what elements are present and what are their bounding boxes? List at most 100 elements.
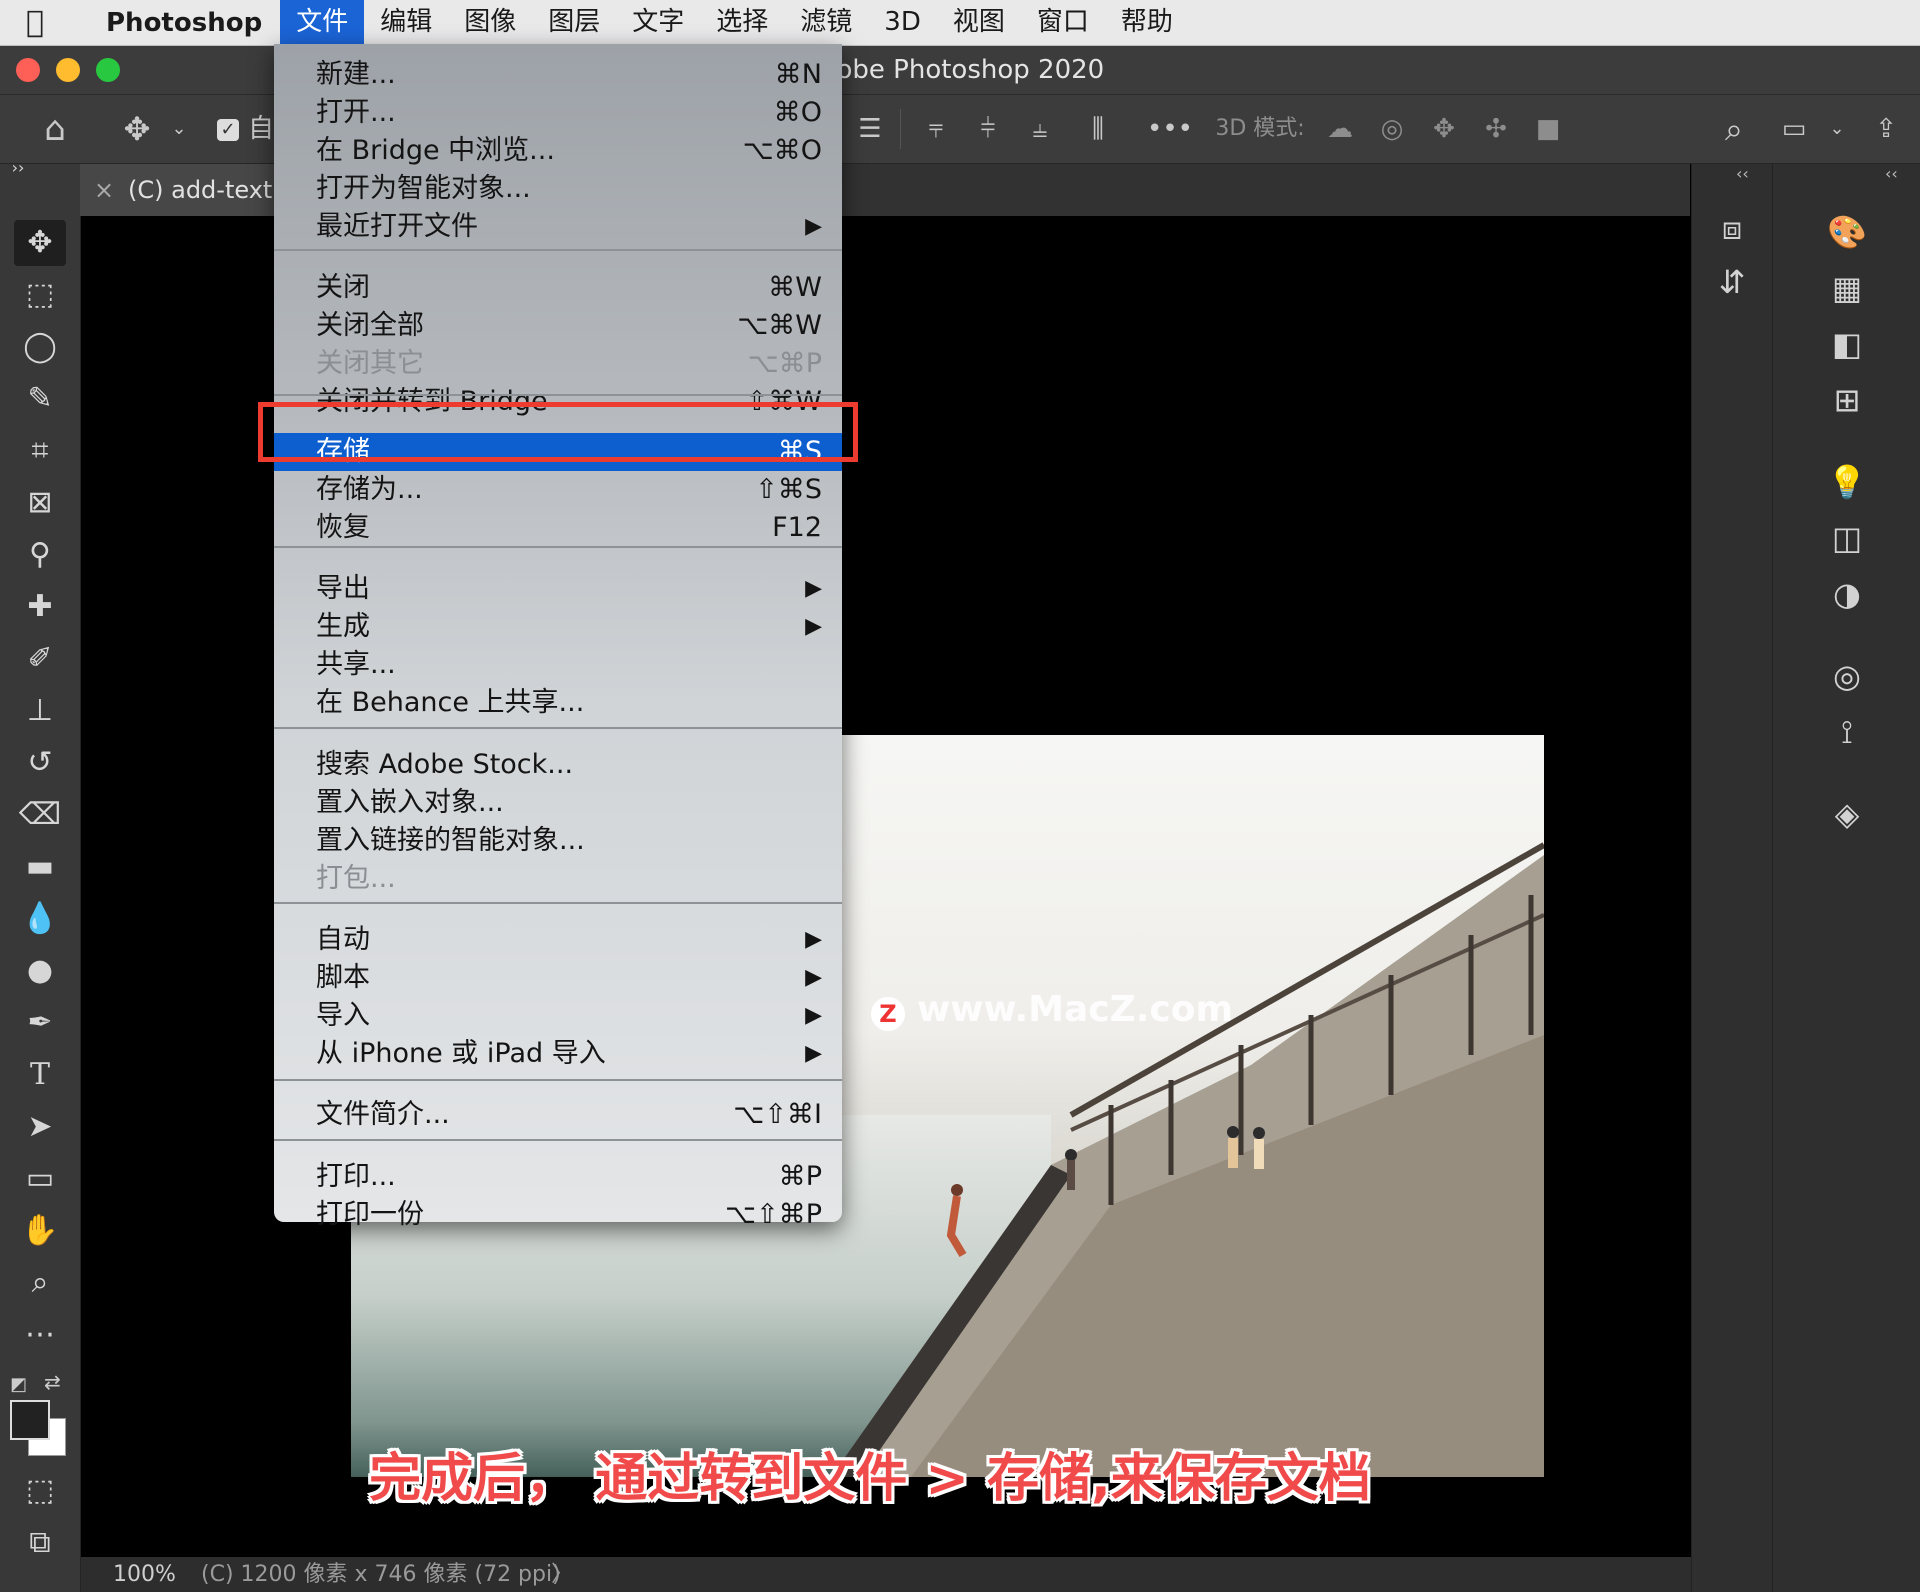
eyedropper-tool-icon[interactable]: ⚲ <box>14 532 66 578</box>
history-brush-tool-icon[interactable]: ↺ <box>14 740 66 786</box>
libraries-panel-icon[interactable]: ◫ <box>1817 514 1877 562</box>
menu-item-generate[interactable]: 生成 ▶ <box>274 608 842 646</box>
menu-item-print[interactable]: 打印... ⌘P <box>274 1158 842 1196</box>
hand-tool-icon[interactable]: ✋ <box>14 1208 66 1254</box>
more-options-icon[interactable]: ••• <box>1145 95 1195 163</box>
distribute-icon[interactable]: ⫼ <box>1078 95 1118 163</box>
frame-tool-icon[interactable]: ⊠ <box>14 480 66 526</box>
stamp-tool-icon[interactable]: ⊥ <box>14 688 66 734</box>
pen-tool-icon[interactable]: ✒ <box>14 1000 66 1046</box>
menu-window[interactable]: 窗口 <box>1021 0 1105 45</box>
close-window-button[interactable] <box>16 58 40 82</box>
default-colors-icon[interactable]: ◩ <box>10 1374 30 1395</box>
home-icon[interactable]: ⌂ <box>30 95 80 163</box>
screen-mode-icon[interactable]: ⧉ <box>14 1520 66 1566</box>
3d-roll-icon[interactable]: ◎ <box>1370 95 1414 163</box>
path-select-tool-icon[interactable]: ➤ <box>14 1104 66 1150</box>
menu-item-share[interactable]: 共享... <box>274 646 842 684</box>
menu-item-open-as-smart-object[interactable]: 打开为智能对象... <box>274 170 842 208</box>
3d-pan-icon[interactable]: ✥ <box>1422 95 1466 163</box>
gradients-panel-icon[interactable]: ◧ <box>1817 320 1877 368</box>
learn-panel-icon[interactable]: 💡 <box>1817 458 1877 506</box>
paths-panel-icon[interactable]: ⟟ <box>1817 708 1877 756</box>
menu-item-import-from-iphone[interactable]: 从 iPhone 或 iPad 导入 ▶ <box>274 1035 842 1073</box>
layers-panel-icon[interactable]: ◈ <box>1817 790 1877 838</box>
share-icon[interactable]: ⇪ <box>1864 95 1908 163</box>
menu-item-print-one-copy[interactable]: 打印一份 ⌥⇧⌘P <box>274 1196 842 1234</box>
adjustments-panel-icon[interactable]: ◑ <box>1817 570 1877 618</box>
marquee-tool-icon[interactable]: ⬚ <box>14 272 66 318</box>
menu-item-export[interactable]: 导出 ▶ <box>274 570 842 608</box>
gradient-tool-icon[interactable]: ▬ <box>14 844 66 890</box>
brush-tool-icon[interactable]: ✐ <box>14 636 66 682</box>
menu-item-close-all[interactable]: 关闭全部 ⌥⌘W <box>274 307 842 345</box>
zoom-window-button[interactable] <box>96 58 120 82</box>
color-panel-icon[interactable]: 🎨 <box>1817 208 1877 256</box>
menu-item-open[interactable]: 打开... ⌘O <box>274 94 842 132</box>
menu-item-browse-in-bridge[interactable]: 在 Bridge 中浏览... ⌥⌘O <box>274 132 842 170</box>
close-tab-icon[interactable]: × <box>94 164 114 216</box>
move-tool-icon[interactable]: ✥ <box>14 220 66 266</box>
menu-item-scripts[interactable]: 脚本 ▶ <box>274 959 842 997</box>
apple-icon[interactable]:  <box>0 5 70 40</box>
menu-item-place-embedded[interactable]: 置入嵌入对象... <box>274 784 842 822</box>
menu-item-file-info[interactable]: 文件简介... ⌥⇧⌘I <box>274 1096 842 1134</box>
auto-select-checkbox[interactable]: ✓ <box>214 95 242 163</box>
menu-item-open-recent[interactable]: 最近打开文件 ▶ <box>274 208 842 246</box>
history-panel-icon[interactable]: ⇵ <box>1702 258 1762 306</box>
zoom-tool-icon[interactable]: ⌕ <box>14 1260 66 1306</box>
menu-edit[interactable]: 编辑 <box>364 0 448 45</box>
app-menu[interactable]: Photoshop <box>70 8 280 38</box>
move-tool-preset-icon[interactable]: ✥ <box>112 95 162 163</box>
menu-item-new[interactable]: 新建... ⌘N <box>274 56 842 94</box>
menu-filter[interactable]: 滤镜 <box>784 0 868 45</box>
menu-item-revert[interactable]: 恢复 F12 <box>274 509 842 547</box>
dodge-tool-icon[interactable]: ● <box>14 948 66 994</box>
align-top-icon[interactable]: ⫧ <box>916 95 956 163</box>
menu-item-search-adobe-stock[interactable]: 搜索 Adobe Stock... <box>274 746 842 784</box>
type-tool-icon[interactable]: T <box>14 1052 66 1098</box>
edit-toolbar-icon[interactable]: ⋯ <box>14 1312 66 1358</box>
swatches-panel-icon[interactable]: ▦ <box>1817 264 1877 312</box>
align-bottom-icon[interactable]: ⫨ <box>1020 95 1060 163</box>
foreground-color-swatch[interactable] <box>10 1400 50 1440</box>
3d-orbit-icon[interactable]: ☁ <box>1318 95 1362 163</box>
menu-item-share-on-behance[interactable]: 在 Behance 上共享... <box>274 684 842 722</box>
3d-scale-icon[interactable]: ■ <box>1526 95 1570 163</box>
menu-help[interactable]: 帮助 <box>1105 0 1189 45</box>
healing-tool-icon[interactable]: ✚ <box>14 584 66 630</box>
menu-item-import[interactable]: 导入 ▶ <box>274 997 842 1035</box>
minimize-window-button[interactable] <box>56 58 80 82</box>
lasso-tool-icon[interactable]: ◯ <box>14 324 66 370</box>
menu-image[interactable]: 图像 <box>448 0 532 45</box>
eraser-tool-icon[interactable]: ⌫ <box>14 792 66 838</box>
collapse-panel-icon[interactable]: ‹‹ <box>1885 164 1898 183</box>
align-vcenter-icon[interactable]: ⫩ <box>968 95 1008 163</box>
3d-slide-icon[interactable]: ✣ <box>1474 95 1518 163</box>
patterns-panel-icon[interactable]: ⊞ <box>1817 376 1877 424</box>
menu-view[interactable]: 视图 <box>937 0 1021 45</box>
chevron-down-icon[interactable]: ⌄ <box>164 95 194 163</box>
document-info-arrow[interactable]: 〉 <box>551 1557 573 1592</box>
workspace-chevron-down-icon[interactable]: ⌄ <box>1822 95 1852 163</box>
crop-tool-icon[interactable]: ⌗ <box>14 428 66 474</box>
search-icon[interactable]: ⌕ <box>1712 95 1756 163</box>
toolbar-collapse-toggle[interactable]: ›› <box>6 156 30 180</box>
collapse-panel-icon[interactable]: ‹‹ <box>1736 164 1749 183</box>
workspace-icon[interactable]: ▭ <box>1772 95 1816 163</box>
rectangle-tool-icon[interactable]: ▭ <box>14 1156 66 1202</box>
quick-select-tool-icon[interactable]: ✎ <box>14 376 66 422</box>
menu-item-automate[interactable]: 自动 ▶ <box>274 921 842 959</box>
menu-item-close[interactable]: 关闭 ⌘W <box>274 269 842 307</box>
zoom-level[interactable]: 100% <box>113 1557 176 1592</box>
menu-item-save-as[interactable]: 存储为... ⇧⌘S <box>274 471 842 509</box>
menu-file[interactable]: 文件 <box>280 0 365 45</box>
align-icon[interactable]: ☰ <box>850 95 890 163</box>
swap-colors-icon[interactable]: ⇄ <box>44 1370 64 1394</box>
menu-type[interactable]: 文字 <box>616 0 700 45</box>
menu-layer[interactable]: 图层 <box>532 0 616 45</box>
menu-select[interactable]: 选择 <box>700 0 784 45</box>
3d-panel-icon[interactable]: ⧈ <box>1702 204 1762 252</box>
channels-panel-icon[interactable]: ◎ <box>1817 652 1877 700</box>
menu-item-place-linked[interactable]: 置入链接的智能对象... <box>274 822 842 860</box>
